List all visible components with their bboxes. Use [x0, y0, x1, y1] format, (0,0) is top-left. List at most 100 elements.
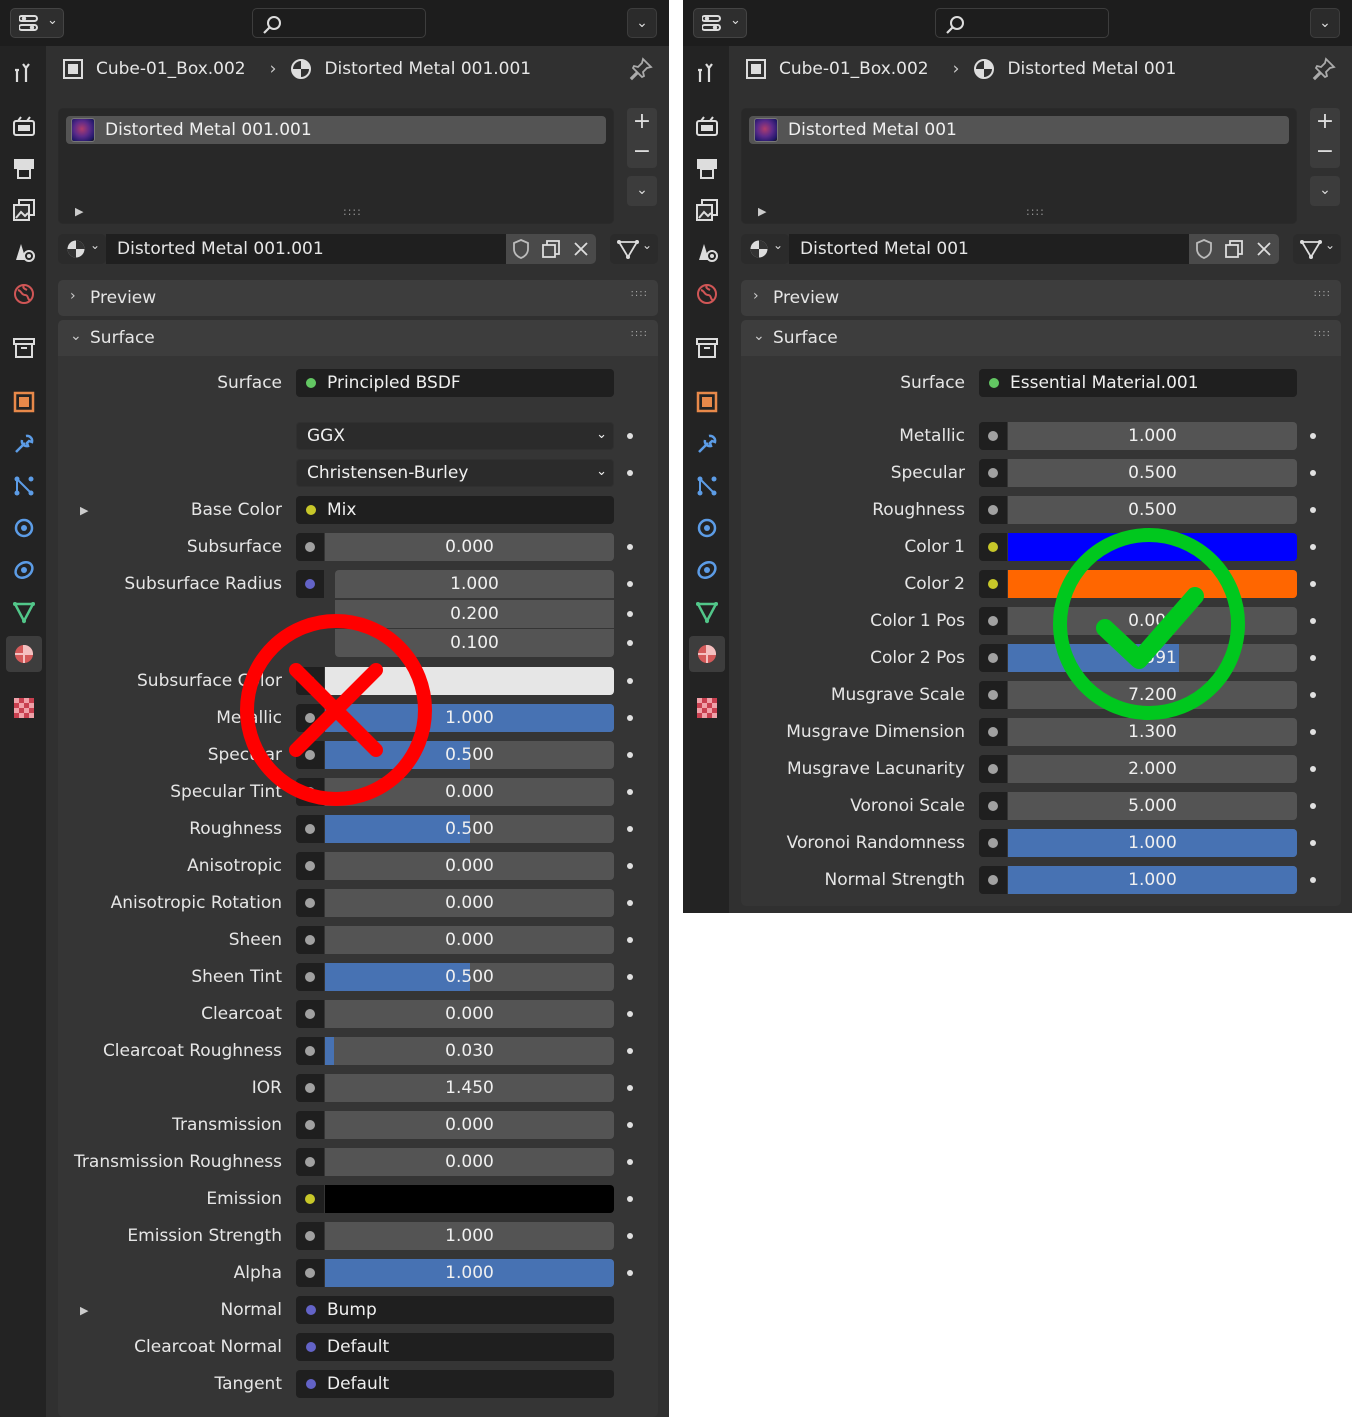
keyframe-dot-icon[interactable] [1310, 803, 1316, 809]
keyframe-dot-icon[interactable] [627, 544, 633, 550]
linked-input-field[interactable]: Bump [296, 1296, 614, 1324]
tab-render[interactable] [689, 108, 725, 144]
search-field[interactable] [252, 8, 426, 38]
keyframe-dot-icon[interactable] [627, 1048, 633, 1054]
value-slider[interactable]: 0.000 [325, 1111, 614, 1139]
value-slider[interactable]: 1.000 [1008, 422, 1297, 450]
keyframe-dot-icon[interactable] [1310, 507, 1316, 513]
value-slider[interactable]: 0.000 [325, 926, 614, 954]
slot-specials-button[interactable]: ⌄ [1310, 176, 1340, 206]
keyframe-dot-icon[interactable] [627, 1085, 633, 1091]
keyframe-dot-icon[interactable] [627, 863, 633, 869]
tab-particles[interactable] [689, 468, 725, 504]
remove-slot-button[interactable]: − [1310, 138, 1340, 168]
value-slider[interactable]: 0.000 [325, 1000, 614, 1028]
material-slot-list[interactable]: Distorted Metal 001.001 ▶ :::: [58, 108, 614, 224]
tab-output[interactable] [689, 150, 725, 186]
keyframe-dot-icon[interactable] [627, 581, 633, 587]
tab-physics[interactable] [6, 510, 42, 546]
keyframe-dot-icon[interactable] [1310, 618, 1316, 624]
keyframe-dot-icon[interactable] [1310, 877, 1316, 883]
tab-object[interactable] [6, 384, 42, 420]
preview-panel-header[interactable]: › Preview :::: [58, 280, 658, 316]
tab-constraints[interactable] [689, 552, 725, 588]
linked-input-field[interactable]: Principled BSDF [296, 369, 614, 397]
tab-tool[interactable] [6, 54, 42, 90]
keyframe-dot-icon[interactable] [1310, 581, 1316, 587]
keyframe-dot-icon[interactable] [627, 640, 633, 646]
material-name-field[interactable]: Distorted Metal 001 [789, 234, 1189, 264]
material-slot-item[interactable]: Distorted Metal 001.001 [66, 116, 606, 144]
tab-texture[interactable] [6, 690, 42, 726]
keyframe-dot-icon[interactable] [1310, 766, 1316, 772]
value-slider[interactable]: 0.500 [1008, 496, 1297, 524]
keyframe-dot-icon[interactable] [1310, 840, 1316, 846]
keyframe-dot-icon[interactable] [627, 1159, 633, 1165]
keyframe-dot-icon[interactable] [627, 470, 633, 476]
tab-material[interactable] [689, 636, 725, 672]
linked-input-field[interactable]: Default [296, 1370, 614, 1398]
enum-dropdown[interactable]: GGX ⌄ [296, 422, 614, 450]
drag-grip-icon[interactable]: :::: [631, 328, 648, 339]
resize-grip-icon[interactable]: :::: [343, 205, 362, 218]
tab-tool[interactable] [689, 54, 725, 90]
tab-particles[interactable] [6, 468, 42, 504]
keyframe-dot-icon[interactable] [627, 1233, 633, 1239]
options-dropdown-button[interactable]: ⌄ [627, 8, 657, 38]
expand-triangle-icon[interactable]: ▶ [758, 205, 766, 218]
tab-view-layer[interactable] [689, 192, 725, 228]
tab-physics[interactable] [689, 510, 725, 546]
keyframe-dot-icon[interactable] [627, 433, 633, 439]
tab-data[interactable] [6, 594, 42, 630]
linked-input-field[interactable]: Default [296, 1333, 614, 1361]
value-slider[interactable]: 2.000 [1008, 755, 1297, 783]
material-name-field[interactable]: Distorted Metal 001.001 [106, 234, 506, 264]
value-slider[interactable]: 0.500 [1008, 459, 1297, 487]
fake-user-button[interactable] [506, 234, 536, 264]
keyframe-dot-icon[interactable] [1310, 729, 1316, 735]
keyframe-dot-icon[interactable] [627, 974, 633, 980]
tab-output[interactable] [6, 150, 42, 186]
material-browse-button[interactable]: ⌄ [741, 234, 789, 264]
duplicate-material-button[interactable] [536, 234, 566, 264]
tab-modifiers[interactable] [689, 426, 725, 462]
search-field[interactable] [935, 8, 1109, 38]
link-mode-button[interactable]: ⌄ [1293, 234, 1341, 264]
pin-icon[interactable] [628, 56, 654, 82]
tab-render[interactable] [6, 108, 42, 144]
keyframe-dot-icon[interactable] [627, 1196, 633, 1202]
keyframe-dot-icon[interactable] [627, 789, 633, 795]
tab-collection[interactable] [689, 330, 725, 366]
emission-color-swatch[interactable] [325, 1185, 614, 1213]
duplicate-material-button[interactable] [1219, 234, 1249, 264]
tab-constraints[interactable] [6, 552, 42, 588]
keyframe-dot-icon[interactable] [1310, 433, 1316, 439]
vector-component-field[interactable]: 1.000 [335, 570, 614, 598]
remove-slot-button[interactable]: − [627, 138, 657, 168]
add-slot-button[interactable]: + [627, 108, 657, 138]
value-slider[interactable]: 1.450 [325, 1074, 614, 1102]
preview-panel-header[interactable]: › Preview :::: [741, 280, 1341, 316]
tab-scene[interactable] [6, 234, 42, 270]
add-slot-button[interactable]: + [1310, 108, 1340, 138]
tab-world[interactable] [689, 276, 725, 312]
keyframe-dot-icon[interactable] [627, 900, 633, 906]
fake-user-button[interactable] [1189, 234, 1219, 264]
options-dropdown-button[interactable]: ⌄ [1310, 8, 1340, 38]
tab-scene[interactable] [689, 234, 725, 270]
material-browse-button[interactable]: ⌄ [58, 234, 106, 264]
material-slot-item[interactable]: Distorted Metal 001 [749, 116, 1289, 144]
linked-input-field[interactable]: Essential Material.001 [979, 369, 1297, 397]
tab-collection[interactable] [6, 330, 42, 366]
unlink-material-button[interactable] [1249, 234, 1279, 264]
keyframe-dot-icon[interactable] [627, 610, 633, 617]
tab-material[interactable] [6, 636, 42, 672]
keyframe-dot-icon[interactable] [627, 1011, 633, 1017]
drag-grip-icon[interactable]: :::: [1314, 288, 1331, 299]
slot-specials-button[interactable]: ⌄ [627, 176, 657, 206]
value-slider[interactable]: 0.500 [325, 963, 614, 991]
keyframe-dot-icon[interactable] [1310, 655, 1316, 661]
keyframe-dot-icon[interactable] [627, 1122, 633, 1128]
keyframe-dot-icon[interactable] [1310, 692, 1316, 698]
surface-panel-header[interactable]: ⌄ Surface :::: [741, 320, 1341, 356]
